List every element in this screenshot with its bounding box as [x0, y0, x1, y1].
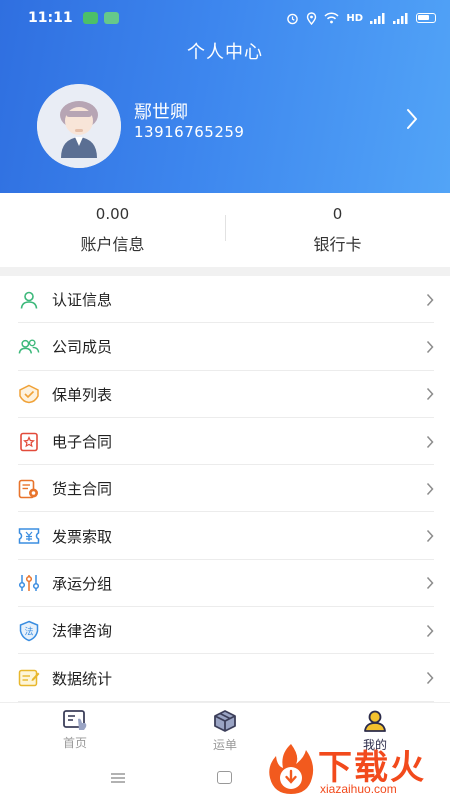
message-notification-icon [103, 12, 119, 24]
signal-icon [370, 12, 385, 24]
battery-icon [416, 13, 436, 23]
contract-star-icon [18, 431, 40, 453]
menu-item-data-stats[interactable]: 数据统计 [0, 654, 450, 702]
tab-waybill-label: 运单 [212, 738, 237, 752]
members-icon [18, 336, 40, 358]
user-icon [18, 289, 40, 311]
chevron-right-icon [426, 530, 434, 543]
menu-item-invoice-request[interactable]: 发票索取 [0, 512, 450, 561]
alarm-icon [287, 13, 299, 24]
profile-chevron-right-icon[interactable] [406, 108, 418, 130]
account-balance: 0.00 [95, 205, 130, 223]
chevron-right-icon [426, 293, 434, 306]
settings-menu: 认证信息 公司成员 保单列表 电子合同 货主合同 发票索取 承运分组 法 法律咨… [0, 276, 450, 702]
network-type: HD [346, 12, 363, 24]
profile-icon [364, 710, 386, 732]
menu-item-company-members[interactable]: 公司成员 [0, 323, 450, 371]
tab-home-label: 首页 [62, 736, 87, 750]
chevron-right-icon [426, 388, 434, 401]
svg-text:法: 法 [24, 625, 33, 637]
bank-card-count: 0 [332, 205, 343, 223]
shield-check-icon [18, 383, 40, 405]
document-icon [18, 478, 40, 500]
menu-item-shipper-contract[interactable]: 货主合同 [0, 465, 450, 513]
watermark-url: xiazaihuo.com [320, 782, 397, 796]
sliders-icon [18, 572, 40, 594]
section-separator [0, 267, 450, 276]
menu-item-label: 认证信息 [52, 291, 113, 310]
tab-home[interactable]: 首页 [0, 703, 150, 756]
account-info-label: 账户信息 [80, 235, 145, 254]
chevron-right-icon [426, 435, 434, 448]
menu-item-label: 承运分组 [52, 574, 113, 593]
location-icon [307, 11, 317, 25]
app-notification-icon [82, 12, 98, 24]
law-shield-icon: 法 [18, 620, 40, 642]
account-summary: 0.00 账户信息 0 银行卡 [0, 193, 450, 267]
status-time: 11:11 [28, 10, 73, 26]
menu-item-label: 保单列表 [52, 385, 113, 404]
menu-item-e-contract[interactable]: 电子合同 [0, 418, 450, 466]
home-board-icon [63, 710, 87, 730]
user-name: 鄢世卿 [134, 102, 188, 123]
menu-item-label: 货主合同 [52, 480, 113, 499]
page-title: 个人中心 [187, 42, 263, 63]
bank-card-stat[interactable]: 0 银行卡 [225, 193, 450, 267]
user-phone: 13916765259 [134, 123, 245, 141]
chevron-right-icon [426, 482, 434, 495]
package-box-icon [214, 710, 236, 732]
home-button-icon[interactable] [217, 771, 232, 784]
watermark: 下载火 xiazaihuo.com [262, 738, 450, 800]
wifi-icon [324, 12, 339, 24]
chevron-right-icon [426, 624, 434, 637]
menu-item-verification[interactable]: 认证信息 [0, 276, 450, 324]
account-info-stat[interactable]: 0.00 账户信息 [0, 193, 225, 267]
profile-header: 11:11 HD 个人中心 鄢世卿 13916765259 [0, 0, 450, 193]
menu-item-label: 数据统计 [52, 669, 113, 688]
avatar[interactable] [37, 84, 121, 168]
menu-item-label: 发票索取 [52, 527, 113, 546]
status-bar: 11:11 HD [0, 0, 450, 36]
chevron-right-icon [426, 672, 434, 685]
invoice-icon [18, 525, 40, 547]
stats-note-icon [18, 667, 40, 689]
menu-item-carrier-group[interactable]: 承运分组 [0, 560, 450, 608]
menu-item-legal-consult[interactable]: 法 法律咨询 [0, 607, 450, 655]
summary-divider [225, 215, 226, 241]
bank-card-label: 银行卡 [313, 235, 362, 254]
menu-icon[interactable] [110, 772, 126, 784]
signal-icon-2 [393, 12, 408, 24]
flame-logo-icon [269, 744, 314, 794]
menu-item-label: 法律咨询 [52, 622, 113, 641]
menu-item-policy-list[interactable]: 保单列表 [0, 371, 450, 419]
menu-item-label: 电子合同 [52, 433, 113, 452]
chevron-right-icon [426, 577, 434, 590]
menu-item-label: 公司成员 [52, 338, 113, 357]
chevron-right-icon [426, 340, 434, 353]
